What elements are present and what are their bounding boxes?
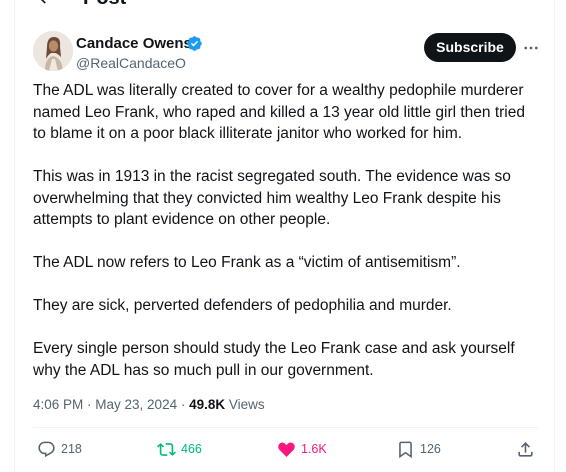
page-title: Post <box>83 0 126 10</box>
bookmark-button[interactable]: 126 <box>396 438 441 460</box>
repost-count: 466 <box>181 442 202 456</box>
reply-icon <box>38 441 55 457</box>
more-icon[interactable] <box>522 39 540 57</box>
top-bar: Post <box>15 0 554 10</box>
reply-button[interactable]: 218 <box>37 438 82 460</box>
share-button[interactable] <box>516 438 540 460</box>
tweet-paragraph: The ADL now refers to Leo Frank as a “vi… <box>33 254 461 271</box>
repost-icon <box>157 442 176 456</box>
author-name[interactable]: Candace Owens <box>76 34 192 53</box>
reply-count: 218 <box>61 442 82 456</box>
like-button[interactable]: 1.6K <box>277 438 327 460</box>
bookmark-count: 126 <box>420 442 441 456</box>
share-icon <box>518 441 533 457</box>
bookmark-icon <box>399 441 412 458</box>
tweet-paragraph: They are sick, perverted defenders of pe… <box>33 297 452 314</box>
back-arrow-icon[interactable] <box>35 0 55 7</box>
post-meta: 4:06 PM · May 23, 2024 · 49.8K Views <box>33 395 265 415</box>
post-date[interactable]: May 23, 2024 <box>95 397 177 412</box>
avatar-image <box>33 31 73 71</box>
verified-badge-icon <box>187 36 202 51</box>
action-bar: 218 466 1.6K 126 <box>15 438 554 462</box>
subscribe-button[interactable]: Subscribe <box>424 33 516 62</box>
meta-separator: · <box>83 397 96 412</box>
views-count: 49.8K <box>189 397 226 412</box>
repost-button[interactable]: 466 <box>157 438 202 460</box>
post-time[interactable]: 4:06 PM <box>33 397 83 412</box>
post-header: Candace Owens @RealCandaceO Subscribe <box>15 31 554 75</box>
tweet-text: The ADL was literally created to cover f… <box>33 80 538 403</box>
avatar[interactable] <box>33 31 73 71</box>
post-column: Post Candace Owens @RealCandaceO Subscri… <box>14 0 555 472</box>
like-count: 1.6K <box>301 442 327 456</box>
meta-separator: · <box>177 397 190 412</box>
tweet-paragraph: The ADL was literally created to cover f… <box>33 82 525 142</box>
tweet-paragraph: This was in 1913 in the racist segregate… <box>33 168 511 228</box>
tweet-paragraph: Every single person should study the Leo… <box>33 340 515 379</box>
views-label: Views <box>225 397 265 412</box>
heart-icon <box>278 441 295 457</box>
author-handle[interactable]: @RealCandaceO <box>76 54 186 72</box>
divider <box>33 427 538 428</box>
